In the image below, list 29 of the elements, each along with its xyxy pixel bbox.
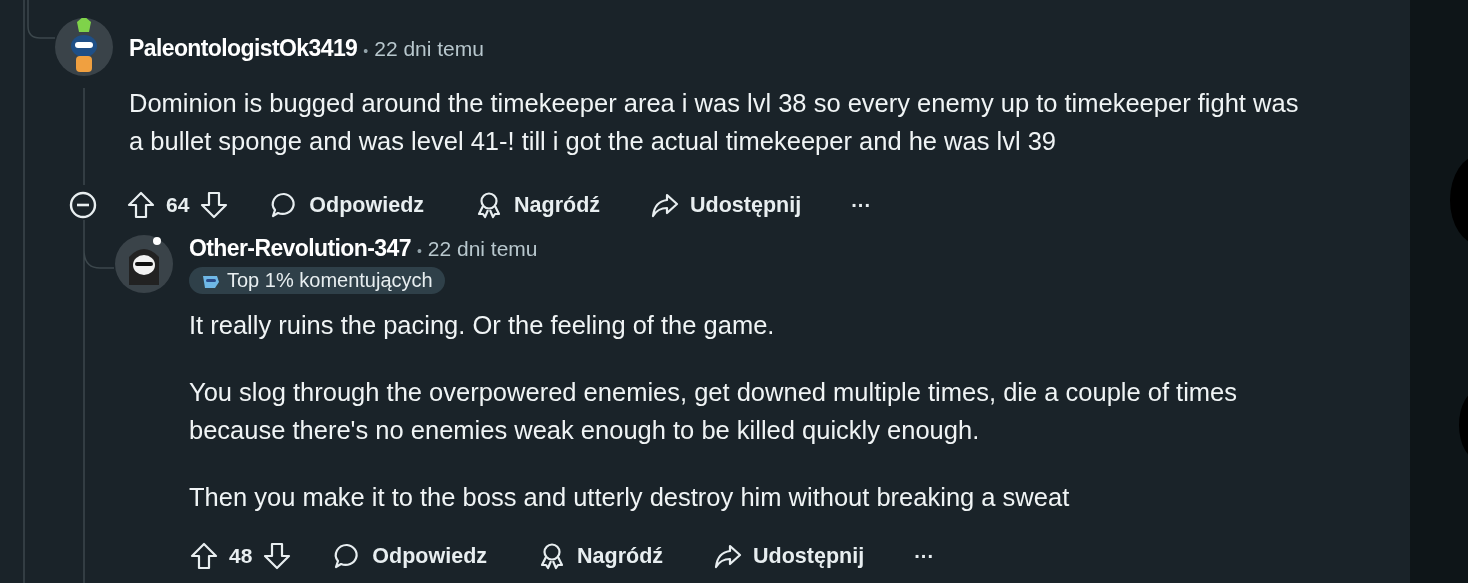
- separator-dot: •: [363, 43, 369, 59]
- comment-text: Dominion is bugged around the timekeeper area i was lvl 38 so every enemy up to timekeeper fight was a bullet sponge and was level 41-! till i got the actual timekeeper and he was lvl 39: [129, 88, 1300, 157]
- avatar-icon[interactable]: [55, 18, 113, 76]
- reply-button[interactable]: Odpowiedz: [269, 190, 425, 220]
- username[interactable]: Other-Revolution-347: [189, 235, 411, 262]
- timestamp: 22 dni temu: [374, 37, 484, 61]
- vote-count: 64: [166, 193, 190, 217]
- reply-button[interactable]: Odpowiedz: [332, 541, 488, 571]
- award-button[interactable]: Nagródź: [537, 541, 664, 571]
- more-options-button[interactable]: ···: [851, 193, 872, 217]
- downvote-icon[interactable]: [199, 190, 230, 220]
- user-badge: Top 1% komentujących: [189, 267, 445, 294]
- username[interactable]: PaleontologistOk3419: [129, 35, 358, 62]
- comment-text: You slog through the overpowered enemies, get downed multiple times, die a couple of times because there's no enemies weak enough to be killed quickly enough.: [189, 377, 1238, 446]
- share-button[interactable]: Udostępnij: [713, 541, 865, 571]
- comment-text: Then you make it to the boss and utterly destroy him without breaking a sweat: [189, 482, 1071, 513]
- thread-line: [27, 0, 56, 39]
- timestamp: 22 dni temu: [427, 237, 538, 261]
- collapse-button[interactable]: [68, 190, 98, 220]
- avatar-icon[interactable]: [115, 235, 173, 293]
- separator-dot: •: [416, 243, 422, 259]
- more-options-button[interactable]: ···: [914, 544, 935, 568]
- upvote-icon[interactable]: [189, 541, 219, 571]
- award-button[interactable]: Nagródź: [474, 190, 601, 220]
- share-button[interactable]: Udostępnij: [650, 190, 802, 220]
- upvote-icon[interactable]: [126, 190, 156, 220]
- downvote-icon[interactable]: [262, 541, 293, 571]
- comment-text: It really ruins the pacing. Or the feeling of the game.: [189, 310, 776, 341]
- vote-count: 48: [229, 544, 253, 568]
